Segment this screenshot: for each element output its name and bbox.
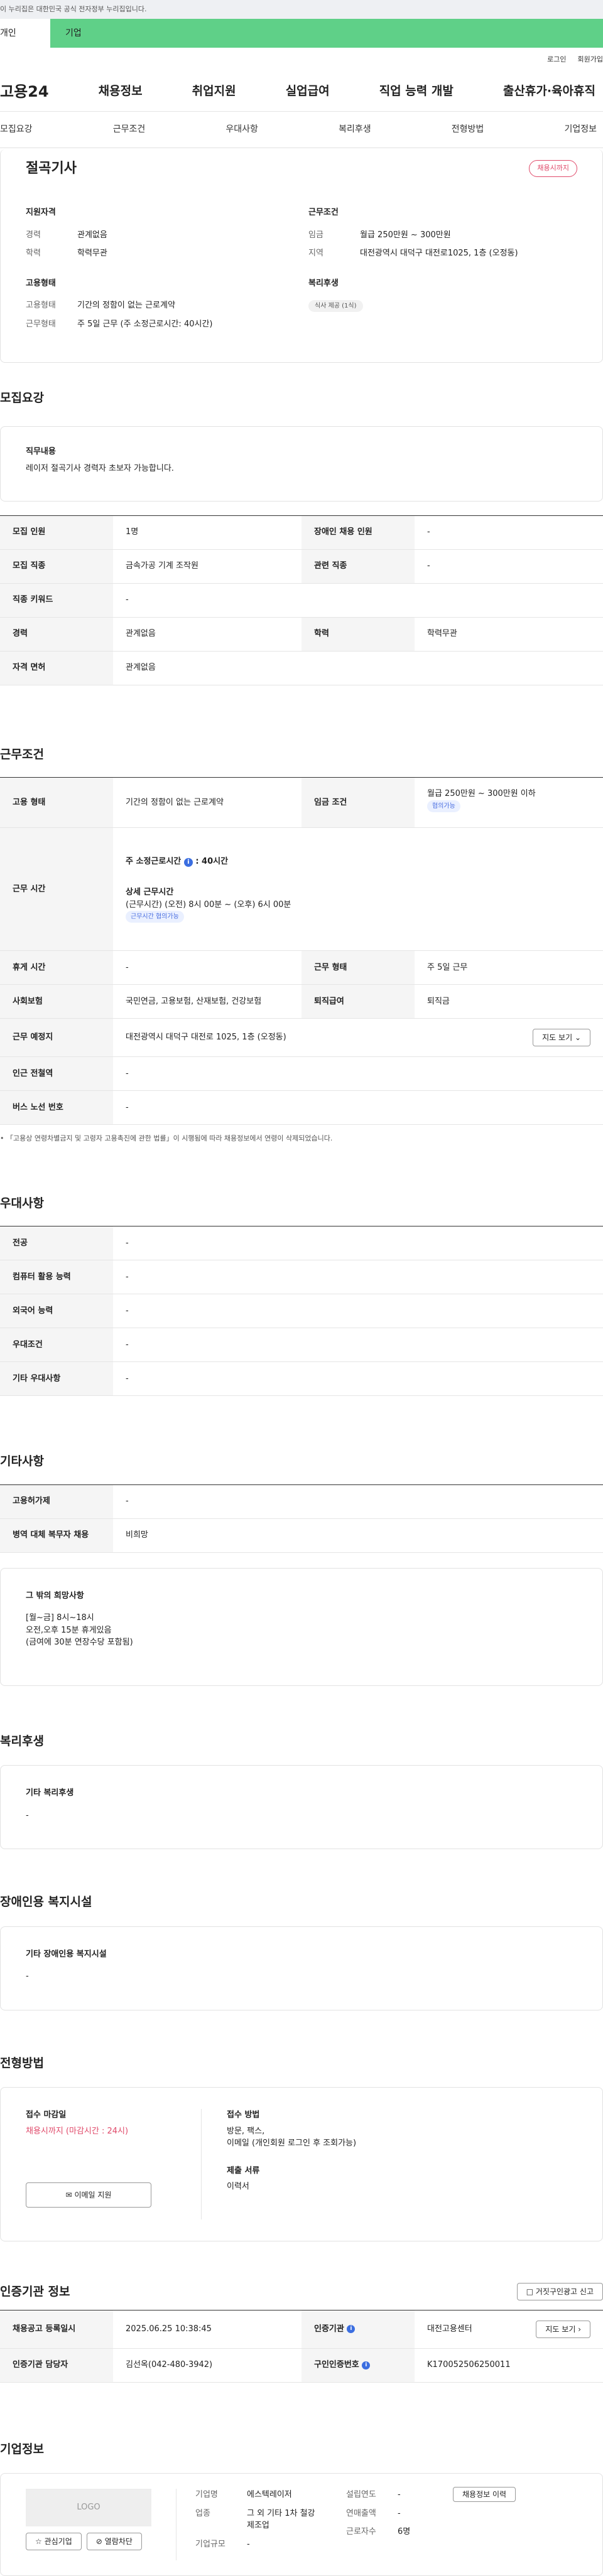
etc-heading: 기타사항 [0, 1454, 44, 1468]
block-button[interactable]: ⊘ 열람차단 [86, 2533, 142, 2550]
info-icon: i [347, 2325, 356, 2333]
global-nav: 고용24 채용정보 취업지원 실업급여 직업 능력 개발 출산휴가·육아휴직 [0, 72, 603, 112]
join-link[interactable]: 회원가입 [578, 55, 603, 65]
email-apply-button[interactable]: ✉ 이메일 지원 [26, 2182, 151, 2208]
welfare-card: 기타 복리후생 - [0, 1765, 603, 1849]
subnav-preference[interactable]: 우대사항 [225, 123, 258, 136]
welfare-heading: 복리후생 [308, 278, 339, 288]
company-logo: LOGO [26, 2489, 151, 2526]
duty-text: 레이저 절곡기사 경력자 초보자 가능합니다. [26, 464, 174, 473]
duty-card: 직무내용 레이저 절곡기사 경력자 초보자 가능합니다. [0, 426, 603, 502]
mail-icon: ✉ [65, 2191, 72, 2199]
tab-person[interactable]: 개인 [0, 19, 50, 48]
disability-heading: 장애인용 복지시설 [0, 1895, 92, 1909]
deadline-text: 채용시까지 (마감시간 : 24시) [26, 2126, 129, 2136]
info-icon: i [362, 2361, 371, 2369]
subnav-condition[interactable]: 근무조건 [113, 123, 146, 136]
job-title: 절곡기사 [26, 161, 77, 176]
etc-table: 고용허가제 - 병역 대체 복무자 채용 비희망 [0, 1484, 603, 1553]
map-button[interactable]: 지도 보기 ⌄ [533, 1029, 590, 1046]
subnav-selection[interactable]: 전형방법 [452, 123, 484, 136]
gnb-menu-leave[interactable]: 출산휴가·육아휴직 [503, 82, 595, 100]
disability-card: 기타 장애인용 복지시설 - [0, 1926, 603, 2010]
org-table: 채용공고 등록일시 2025.06.25 10:38:45 인증기관 i 대전고용센터… [0, 2309, 603, 2383]
recruit-table: 모집 인원 1명 장애인 채용 인원 - 모집 직종 금속가공 기계 조작원 관련 직종 -… [0, 515, 603, 685]
cond-heading: 근무조건 [308, 208, 339, 217]
report-icon: □ [526, 2287, 534, 2297]
condition-table: 고용 형태 기간의 정함이 없는 근로계약 임금 조건 월급 250만원 ~ 300만… [0, 777, 603, 1125]
gnb-menu-job[interactable]: 채용정보 [99, 82, 143, 100]
company-heading: 기업정보 [0, 2442, 44, 2456]
site-logo[interactable]: 고용24 [0, 80, 49, 103]
qual-heading: 지원자격 [26, 208, 56, 217]
info-icon[interactable]: i [183, 857, 193, 867]
org-map-button[interactable]: 지도 보기 › [536, 2320, 590, 2338]
gnb-menu-support[interactable]: 취업지원 [192, 82, 236, 100]
gnb-menu-benefit[interactable]: 실업급여 [286, 82, 330, 100]
wish-card: 그 밖의 희망사항 [월~금] 8시~18시 오전,오후 15분 휴게있음 (금여에… [0, 1567, 603, 1686]
preference-heading: 우대사항 [0, 1196, 44, 1210]
company-card: LOGO ☆ 관심기업 ⊘ 열람차단 기업명 에스텍레이저 업종 그 외 기타 1차… [0, 2473, 603, 2576]
status-badge: 채용시까지 [529, 160, 577, 177]
selection-card: 접수 마감일 채용시까지 (마감시간 : 24시) ✉ 이메일 지원 접수 방법… [0, 2087, 603, 2241]
login-link[interactable]: 로그인 [547, 55, 566, 65]
history-button[interactable]: 채용정보 이력 [453, 2487, 516, 2502]
tab-company[interactable]: 기업 [50, 19, 603, 48]
welfare-tag: 식사 제공 (1식) [308, 300, 363, 312]
block-icon: ⊘ [95, 2537, 102, 2546]
gov-banner: 이 누리집은 대한민국 공식 전자정부 누리집입니다. [0, 0, 603, 19]
report-button[interactable]: □ 거짓구인광고 신고 [516, 2283, 603, 2301]
star-icon: ☆ [35, 2537, 42, 2546]
subnav-company[interactable]: 기업정보 [564, 123, 603, 136]
gnb-menu-training[interactable]: 직업 능력 개발 [379, 82, 454, 100]
subnav-recruit[interactable]: 모집요강 [0, 123, 33, 136]
emptype-heading: 고용형태 [26, 278, 56, 288]
util-bar: 로그인 회원가입 [0, 48, 603, 72]
welfare-section-heading: 복리후생 [0, 1734, 44, 1748]
org-heading: 인증기관 정보 [0, 2285, 70, 2299]
preference-table: 전공 - 컴퓨터 활용 능력 - 외국어 능력 - 우대조건 - 기타 우대사항 - [0, 1226, 603, 1396]
selection-heading: 전형방법 [0, 2056, 44, 2070]
job-summary-card: 절곡기사 채용시까지 지원자격 경력 관계없음 학력 학력무관 고용형태 고용형태 기… [0, 149, 603, 363]
fav-button[interactable]: ☆ 관심기업 [26, 2533, 82, 2550]
age-note: • 「고용상 연령차별금지 및 고령자 고용촉진에 관한 법률」이 시행됨에 따… [0, 1134, 333, 1142]
member-toggle: 개인 기업 [0, 19, 603, 48]
condition-heading: 근무조건 [0, 747, 44, 761]
subnav-welfare[interactable]: 복리후생 [339, 123, 371, 136]
recruit-heading: 모집요강 [0, 391, 44, 405]
sub-nav: 모집요강 근무조건 우대사항 복리후생 전형방법 기업정보 [0, 112, 603, 148]
